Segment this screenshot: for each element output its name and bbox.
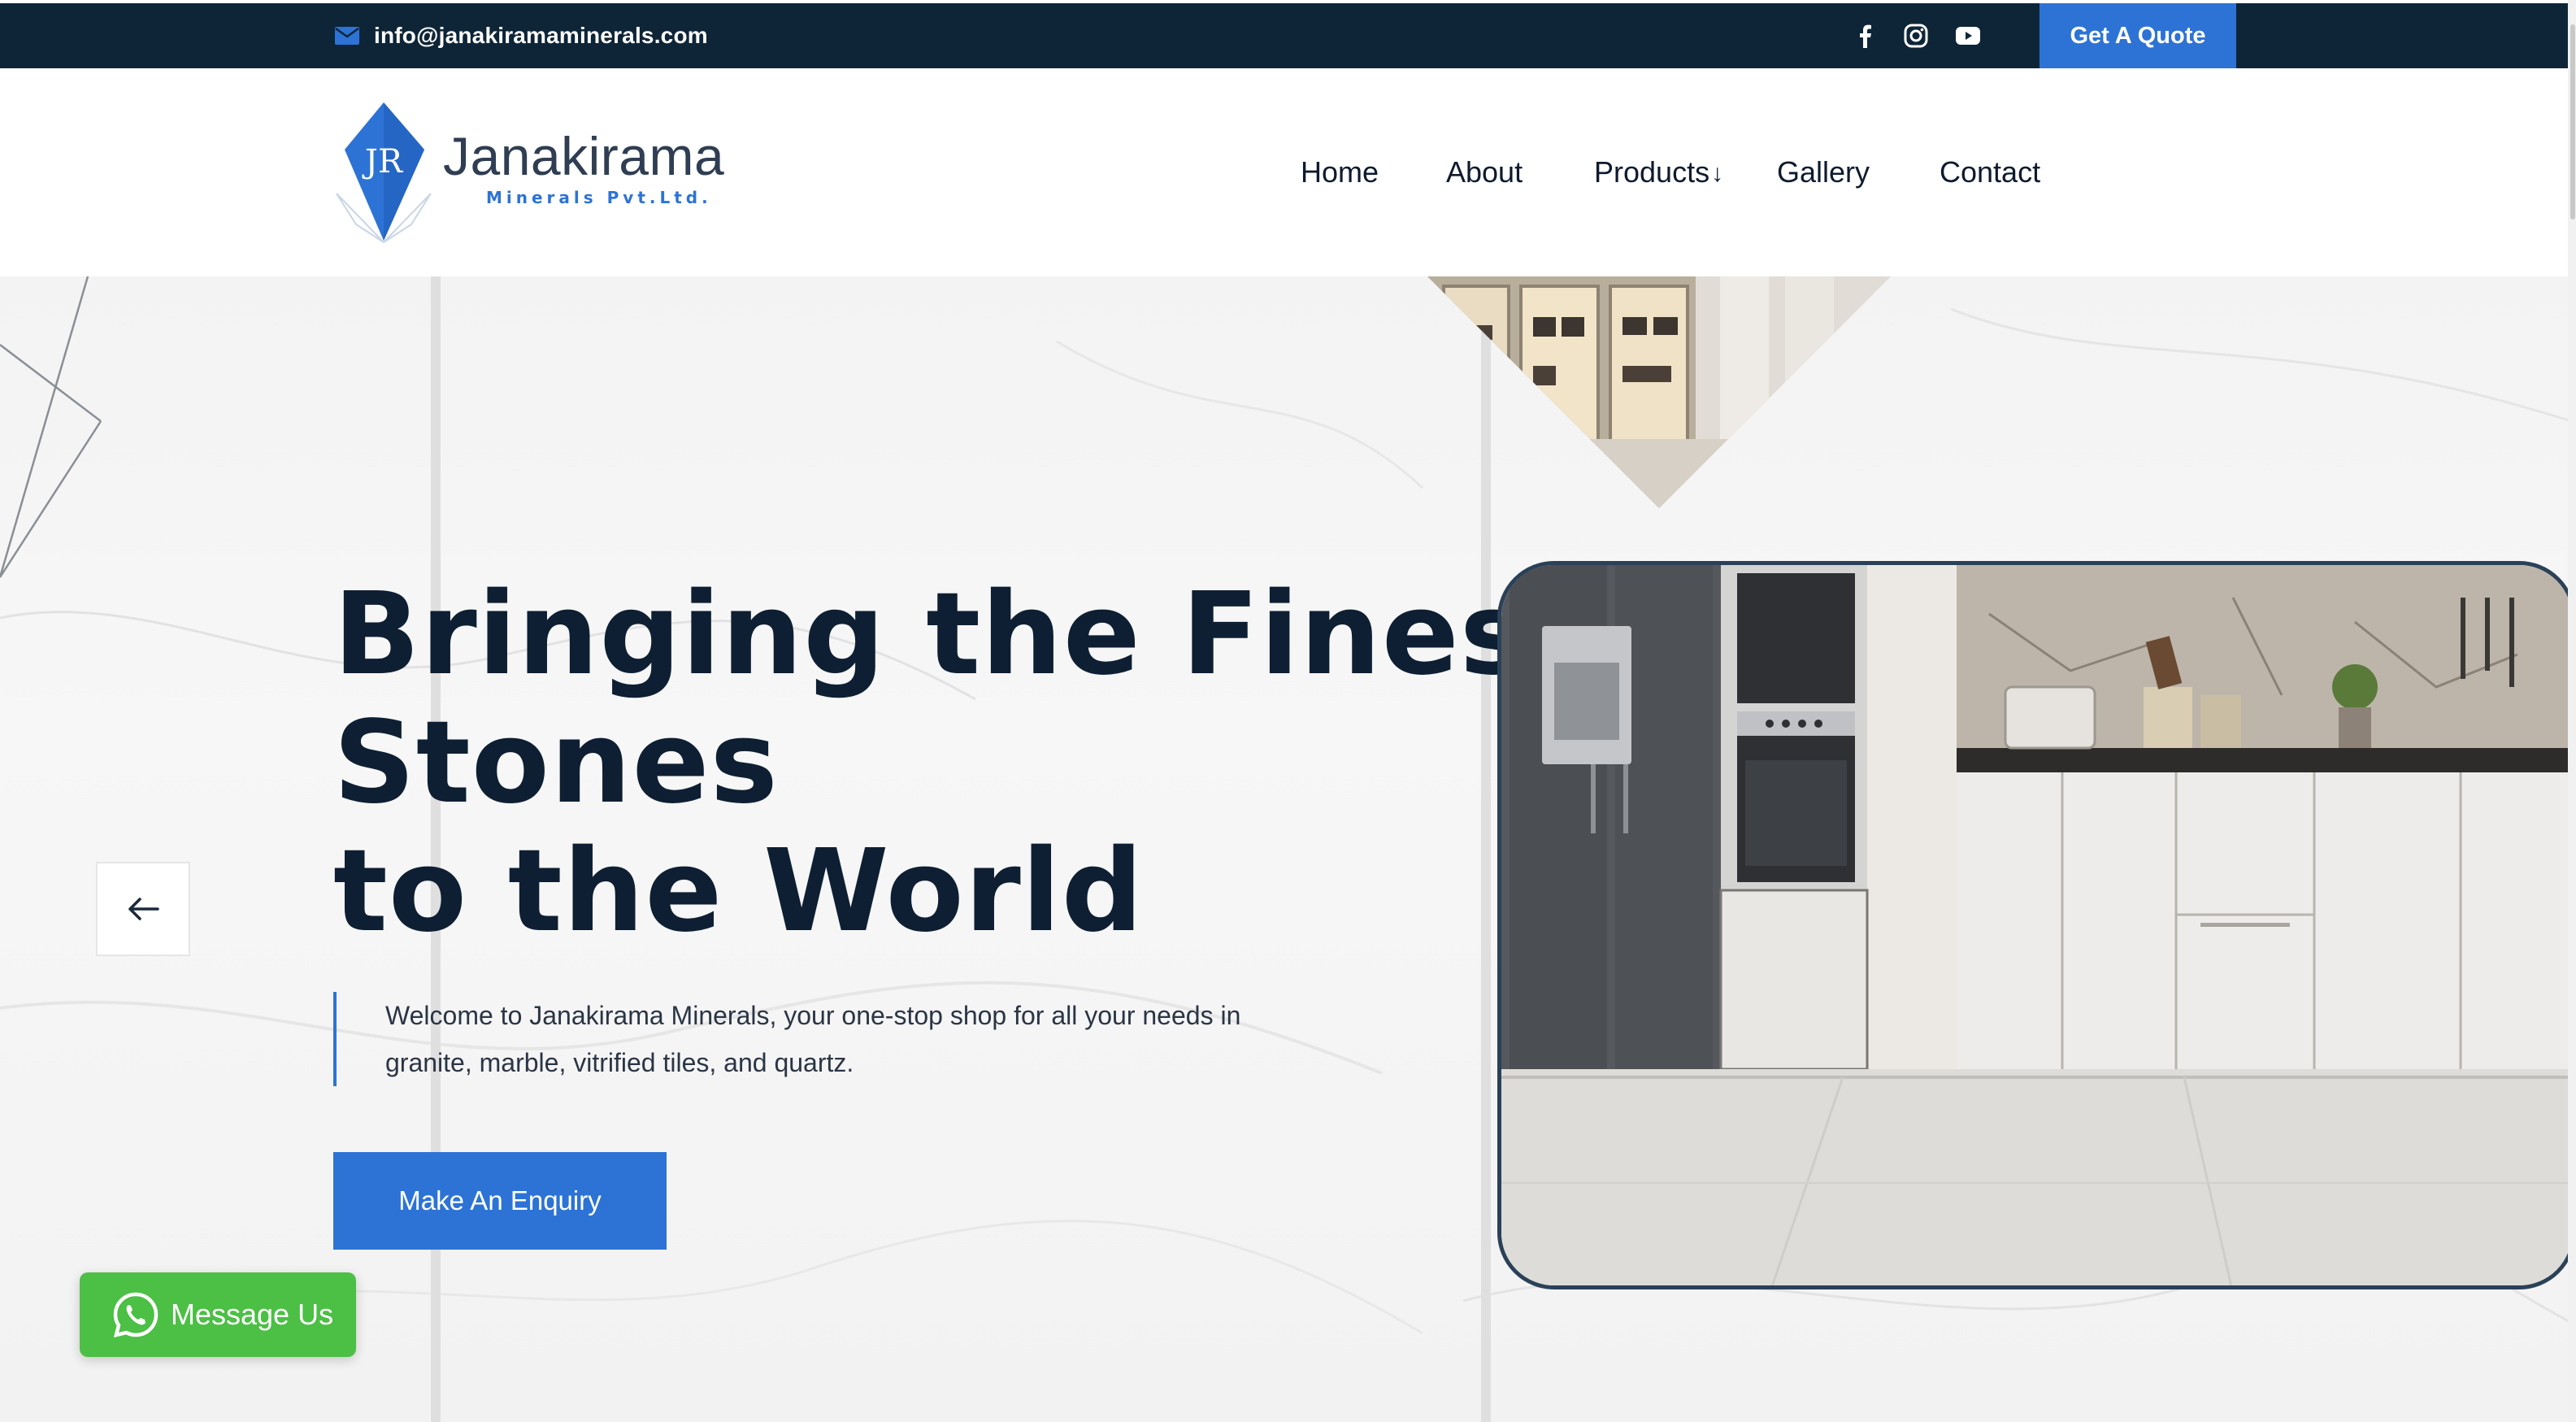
logo-subtitle: Minerals Pvt.Ltd. (486, 188, 712, 207)
page-scrollbar[interactable] (2568, 0, 2576, 1422)
nav-home[interactable]: Home (1301, 68, 1379, 276)
hero-description: Welcome to Janakirama Minerals, your one… (333, 992, 1296, 1086)
facebook-icon (1860, 24, 1871, 48)
youtube-icon (1956, 27, 1980, 45)
logo[interactable]: JR Janakirama Minerals Pvt.Ltd. (333, 102, 725, 245)
slider-prev-button[interactable] (96, 862, 190, 956)
get-a-quote-button[interactable]: Get A Quote (2040, 3, 2236, 68)
nav-contact[interactable]: Contact (1940, 68, 2040, 276)
arrow-left-icon (128, 898, 159, 920)
email-text: info@janakiramaminerals.com (374, 23, 708, 48)
contact-email[interactable]: info@janakiramaminerals.com (335, 3, 708, 68)
nav-products-label: Products (1594, 155, 1710, 189)
instagram-link[interactable] (1898, 3, 1934, 68)
nav-about[interactable]: About (1446, 68, 1523, 276)
scrollbar-thumb[interactable] (2570, 24, 2575, 220)
whatsapp-icon (112, 1291, 159, 1338)
hero-slider: Bringing the Finest Stones to the World … (0, 276, 2576, 1422)
instagram-icon (1904, 24, 1928, 48)
hero-title-line: Bringing the Finest (333, 568, 1584, 701)
youtube-link[interactable] (1950, 3, 1986, 68)
hero-title-line: Stones (333, 697, 779, 829)
hero-title: Bringing the Finest Stones to the World (333, 568, 1584, 958)
facebook-link[interactable] (1847, 3, 1883, 68)
mail-icon (335, 27, 359, 45)
make-enquiry-button[interactable]: Make An Enquiry (333, 1152, 667, 1250)
diamond-logo-icon: JR (336, 102, 432, 243)
site-header: JR Janakirama Minerals Pvt.Ltd. Home Abo… (0, 68, 2576, 276)
nav-gallery[interactable]: Gallery (1777, 68, 1870, 276)
kitchen-illustration (1501, 565, 2572, 1285)
nav-products[interactable]: Products ↓ (1594, 68, 1723, 276)
whatsapp-label: Message Us (171, 1298, 334, 1331)
hero-title-line: to the World (333, 825, 1144, 958)
kitchen-image (1497, 561, 2576, 1289)
top-bar: info@janakiramaminerals.com Get A Quote (0, 3, 2576, 68)
chevron-down-icon: ↓ (1711, 160, 1724, 187)
whatsapp-message-button[interactable]: Message Us (80, 1272, 356, 1357)
logo-monogram: JR (362, 143, 404, 180)
logo-name: Janakirama (443, 126, 725, 186)
shelving-triangle-image (1427, 276, 1891, 508)
